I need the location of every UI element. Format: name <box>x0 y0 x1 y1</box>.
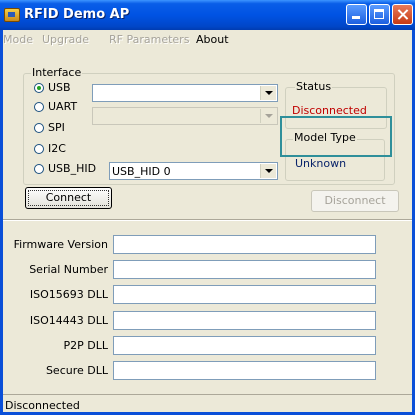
chevron-down-icon[interactable] <box>260 109 276 123</box>
connect-button[interactable]: Connect <box>25 187 112 209</box>
close-button[interactable] <box>392 4 413 25</box>
radio-usb[interactable] <box>34 83 44 93</box>
firmware-version-field[interactable] <box>113 235 376 254</box>
p2p-dll-field[interactable] <box>113 336 376 355</box>
secure-dll-field[interactable] <box>113 361 376 380</box>
window-title: RFID Demo AP <box>24 7 130 22</box>
status-bar: Disconnected <box>3 394 412 415</box>
radio-usb-label[interactable]: USB <box>48 81 71 94</box>
radio-i2c[interactable] <box>34 144 44 154</box>
firmware-version-label: Firmware Version <box>13 238 108 251</box>
iso14443-dll-field[interactable] <box>113 311 376 330</box>
menu-mode[interactable]: Mode <box>3 33 33 46</box>
iso14443-dll-label: ISO14443 DLL <box>29 314 108 327</box>
iso15693-dll-field[interactable] <box>113 285 376 304</box>
p2p-dll-label: P2P DLL <box>63 339 109 352</box>
chevron-down-icon[interactable] <box>260 86 276 100</box>
radio-usb-hid-label[interactable]: USB_HID <box>48 162 96 175</box>
radio-uart-label[interactable]: UART <box>48 100 77 113</box>
radio-i2c-label[interactable]: I2C <box>48 142 66 155</box>
disconnect-button[interactable]: Disconnect <box>311 190 399 212</box>
app-icon <box>4 8 20 22</box>
minimize-button[interactable] <box>346 4 367 25</box>
chevron-down-icon[interactable] <box>260 164 276 178</box>
uart-port-combo[interactable] <box>92 107 278 125</box>
radio-spi[interactable] <box>34 123 44 133</box>
menu-upgrade[interactable]: Upgrade <box>42 33 89 46</box>
title-bar[interactable]: RFID Demo AP <box>0 0 415 30</box>
menu-rf-parameters[interactable]: RF Parameters <box>109 33 189 46</box>
radio-spi-label[interactable]: SPI <box>48 121 65 134</box>
status-group-label: Status <box>295 80 333 93</box>
app-window: RFID Demo AP Mode Upgrade RF Parameters … <box>0 0 415 415</box>
serial-number-field[interactable] <box>113 260 376 279</box>
status-highlight <box>280 116 392 157</box>
maximize-button[interactable] <box>369 4 390 25</box>
radio-uart[interactable] <box>34 102 44 112</box>
usb-hid-combo[interactable]: USB_HID 0 <box>109 162 278 180</box>
secure-dll-label: Secure DLL <box>45 364 108 377</box>
interface-group-label: Interface <box>31 66 83 79</box>
status-bar-text: Disconnected <box>5 399 80 412</box>
model-type-value: Unknown <box>295 157 347 170</box>
radio-usb-hid[interactable] <box>34 164 44 174</box>
serial-number-label: Serial Number <box>29 263 108 276</box>
usb-device-combo[interactable] <box>92 84 278 102</box>
divider <box>3 219 412 221</box>
menu-bar: Mode Upgrade RF Parameters About <box>3 30 412 50</box>
menu-about[interactable]: About <box>196 33 229 46</box>
iso15693-dll-label: ISO15693 DLL <box>29 288 108 301</box>
